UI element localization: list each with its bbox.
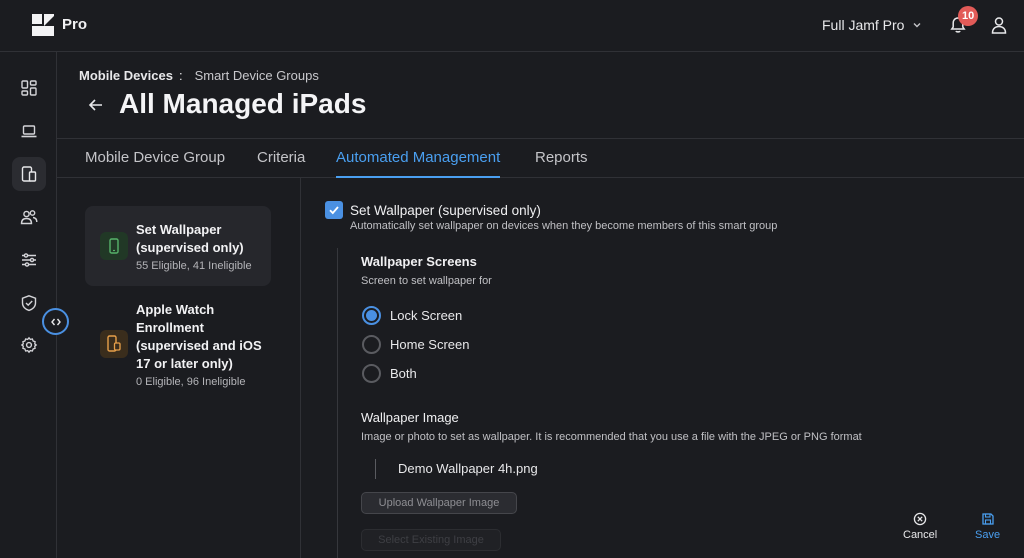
- breadcrumb-parent[interactable]: Mobile Devices: [79, 68, 173, 83]
- select-existing-image-button[interactable]: Select Existing Image: [361, 529, 501, 551]
- radio-both-label[interactable]: Both: [390, 366, 417, 381]
- wallpaper-image-description: Image or photo to set as wallpaper. It i…: [361, 431, 862, 443]
- breadcrumb-separator: :: [178, 68, 183, 83]
- action-stats: 55 Eligible, 41 Ineligible: [136, 260, 252, 272]
- sidebar-item-computers[interactable]: [12, 114, 46, 148]
- wallpaper-image-title: Wallpaper Image: [361, 410, 459, 425]
- shield-icon: [21, 295, 37, 312]
- radio-home-screen[interactable]: [362, 335, 381, 354]
- sidebar: [0, 52, 57, 558]
- radio-lock-screen-label[interactable]: Lock Screen: [390, 308, 462, 323]
- sidebar-item-mobile-devices[interactable]: [12, 157, 46, 191]
- phone-watch-icon: [107, 335, 121, 352]
- file-indicator-line: [375, 459, 376, 479]
- save-label: Save: [975, 529, 1001, 541]
- upload-wallpaper-button[interactable]: Upload Wallpaper Image: [361, 492, 517, 514]
- top-bar: Pro Full Jamf Pro 10: [0, 0, 1024, 52]
- wallpaper-screens-title: Wallpaper Screens: [361, 254, 477, 269]
- action-card-apple-watch-enrollment[interactable]: Apple Watch Enrollment (supervised and i…: [85, 294, 271, 394]
- dashboard-icon: [21, 80, 37, 96]
- tab-bar: Mobile Device Group Criteria Automated M…: [57, 138, 1024, 178]
- radio-home-screen-label[interactable]: Home Screen: [390, 337, 469, 352]
- save-icon: [981, 513, 994, 525]
- cancel-label: Cancel: [903, 529, 938, 541]
- sidebar-collapse-toggle[interactable]: [42, 308, 69, 335]
- gear-icon: [20, 336, 38, 354]
- phone-icon: [109, 238, 119, 254]
- jamf-logo-icon: [32, 14, 54, 36]
- set-wallpaper-checkbox[interactable]: [325, 201, 343, 219]
- environment-selector[interactable]: Full Jamf Pro: [822, 17, 922, 33]
- action-title: Set Wallpaper (supervised only): [136, 222, 244, 255]
- notification-badge: 10: [958, 6, 979, 26]
- page-title: All Managed iPads: [119, 88, 367, 119]
- back-arrow-icon[interactable]: [87, 96, 105, 114]
- tab-automated-management[interactable]: Automated Management: [336, 149, 501, 178]
- radio-lock-screen[interactable]: [362, 306, 381, 325]
- close-circle-icon: [913, 512, 927, 526]
- tab-criteria[interactable]: Criteria: [257, 149, 305, 178]
- breadcrumb-current[interactable]: Smart Device Groups: [195, 68, 319, 83]
- computer-icon: [21, 125, 37, 138]
- breadcrumb: Mobile Devices : Smart Device Groups: [79, 68, 319, 83]
- sidebar-item-security[interactable]: [12, 286, 46, 320]
- action-stats: 0 Eligible, 96 Ineligible: [136, 376, 246, 388]
- action-title: Apple Watch Enrollment (supervised and i…: [136, 302, 262, 371]
- cancel-button[interactable]: Cancel: [903, 512, 937, 541]
- users-icon: [20, 210, 38, 225]
- panel-divider: [300, 178, 301, 558]
- chevron-down-icon: [913, 23, 921, 28]
- tab-reports[interactable]: Reports: [535, 149, 588, 178]
- environment-label: Full Jamf Pro: [822, 17, 905, 33]
- wallpaper-screens-description: Screen to set wallpaper for: [361, 275, 492, 287]
- tab-mobile-device-group[interactable]: Mobile Device Group: [85, 149, 225, 178]
- checkmark-icon: [329, 206, 339, 215]
- nested-section-line: [337, 248, 338, 558]
- user-icon[interactable]: [990, 16, 1008, 34]
- set-wallpaper-label[interactable]: Set Wallpaper (supervised only): [350, 203, 541, 218]
- action-card-set-wallpaper[interactable]: Set Wallpaper (supervised only) 55 Eligi…: [85, 206, 271, 286]
- mobile-devices-icon: [21, 166, 37, 182]
- save-button[interactable]: Save: [975, 512, 1000, 541]
- code-brackets-icon: [50, 318, 61, 325]
- wallpaper-file-name: Demo Wallpaper 4h.png: [398, 461, 538, 476]
- set-wallpaper-description: Automatically set wallpaper on devices w…: [350, 220, 778, 232]
- action-icon-badge: [100, 330, 128, 358]
- sidebar-item-settings-sliders[interactable]: [12, 243, 46, 277]
- radio-both[interactable]: [362, 364, 381, 383]
- sidebar-item-users[interactable]: [12, 200, 46, 234]
- settings-sliders-icon: [22, 253, 36, 267]
- action-icon-badge: [100, 232, 128, 260]
- sidebar-item-settings[interactable]: [12, 328, 46, 362]
- brand-label: Pro: [62, 16, 88, 33]
- sidebar-item-dashboard[interactable]: [12, 71, 46, 105]
